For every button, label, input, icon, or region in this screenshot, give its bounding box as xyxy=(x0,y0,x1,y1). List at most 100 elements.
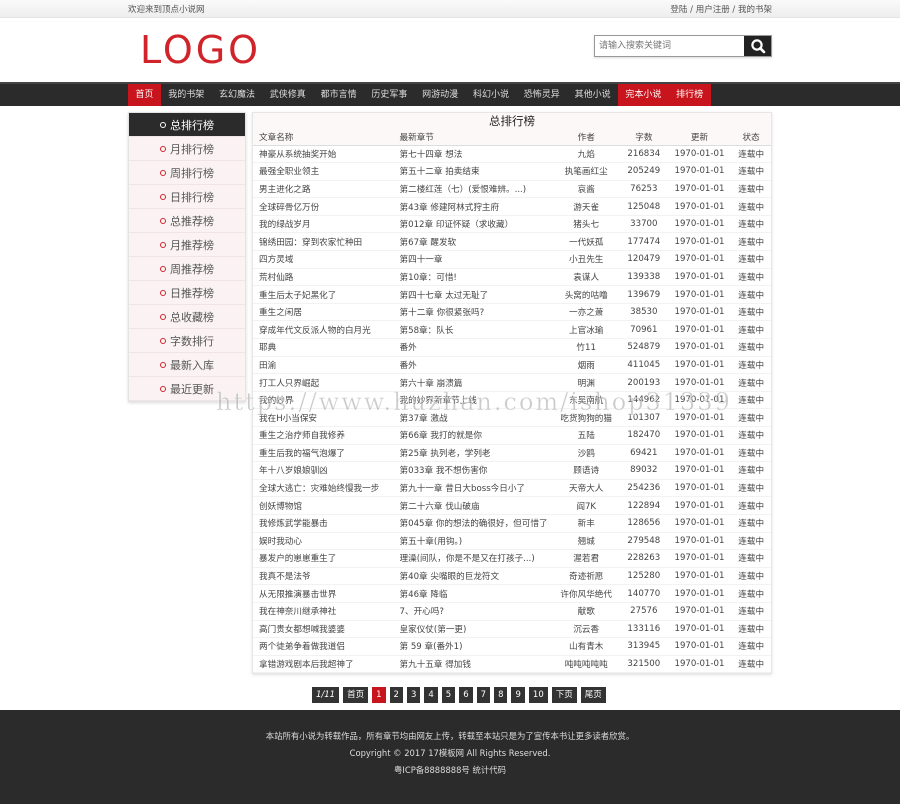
author[interactable]: 吨吨吨吨吨 xyxy=(552,655,620,673)
latest-chapter[interactable]: 第012章 印证怀疑（求收藏） xyxy=(400,215,553,233)
page-number-button[interactable]: 5 xyxy=(441,687,456,703)
latest-chapter[interactable]: 第五十二章 拍卖结束 xyxy=(400,163,553,181)
nav-item[interactable]: 科幻小说 xyxy=(466,84,517,106)
sidebar-item[interactable]: 最新入库 xyxy=(129,353,245,377)
author[interactable]: 猪头七 xyxy=(552,215,620,233)
search-input[interactable] xyxy=(595,36,744,56)
book-title[interactable]: 高门贵女都想喊我婆婆 xyxy=(253,620,400,638)
latest-chapter[interactable]: 第46章 降临 xyxy=(400,585,553,603)
nav-item[interactable]: 武侠修真 xyxy=(262,84,313,106)
book-title[interactable]: 我的绿战岁月 xyxy=(253,215,400,233)
nav-item[interactable]: 其他小说 xyxy=(567,84,618,106)
page-number-button[interactable]: 4 xyxy=(424,687,438,703)
author[interactable]: 山有青木 xyxy=(552,638,620,656)
page-number-button[interactable]: 10 xyxy=(528,687,548,703)
latest-chapter[interactable]: 第40章 尖嘴眼的巨龙符文 xyxy=(400,567,553,585)
page-number-button[interactable]: 7 xyxy=(476,687,491,703)
book-title[interactable]: 耶典 xyxy=(253,339,400,357)
bookshelf-link[interactable]: 我的书架 xyxy=(738,5,772,15)
page-number-button[interactable]: 1 xyxy=(372,687,386,703)
author[interactable]: 袁谋人 xyxy=(552,268,620,286)
author[interactable]: 游天雀 xyxy=(552,198,620,216)
latest-chapter[interactable]: 第二楼红莲（七）(爱恨难辨。...) xyxy=(400,180,553,198)
author[interactable]: 新丰 xyxy=(552,514,620,532)
author[interactable]: 哀酱 xyxy=(552,180,620,198)
nav-item[interactable]: 玄幻魔法 xyxy=(212,84,263,106)
latest-chapter[interactable]: 第 59 章(番外1) xyxy=(400,638,553,656)
latest-chapter[interactable]: 第033章 我不想伤害你 xyxy=(400,462,553,480)
book-title[interactable]: 年十八岁娘娘驯凶 xyxy=(253,462,400,480)
sidebar-item[interactable]: 日推荐榜 xyxy=(129,281,245,305)
sidebar-item[interactable]: 最近更新 xyxy=(129,377,245,401)
sidebar-item[interactable]: 月排行榜 xyxy=(129,137,245,161)
author[interactable]: 竹11 xyxy=(552,339,620,357)
author[interactable]: 吃货狗狗的猫 xyxy=(552,409,620,427)
nav-item[interactable]: 历史军事 xyxy=(364,84,415,106)
nav-item[interactable]: 排行榜 xyxy=(668,84,711,106)
nav-item[interactable]: 完本小说 xyxy=(617,84,669,106)
first-page-button[interactable]: 首页 xyxy=(343,687,369,703)
login-link[interactable]: 登陆 xyxy=(670,5,687,15)
book-title[interactable]: 我修炼武学能暴击 xyxy=(253,514,400,532)
author[interactable]: 顾语诗 xyxy=(552,462,620,480)
author[interactable]: 许你风华绝代 xyxy=(552,585,620,603)
author[interactable]: 九焰 xyxy=(552,145,620,163)
sidebar-item[interactable]: 周推荐榜 xyxy=(129,257,245,281)
latest-chapter[interactable]: 7、开心吗? xyxy=(400,602,553,620)
book-title[interactable]: 两个徒弟争着做我道侣 xyxy=(253,638,400,656)
sidebar-item[interactable]: 日排行榜 xyxy=(129,185,245,209)
book-title[interactable]: 重生后我的福气泡爆了 xyxy=(253,444,400,462)
book-title[interactable]: 男主进化之路 xyxy=(253,180,400,198)
latest-chapter[interactable]: 第五十章(用钩。) xyxy=(400,532,553,550)
latest-chapter[interactable]: 第66章 我打的就是你 xyxy=(400,427,553,445)
author[interactable]: 沉云香 xyxy=(552,620,620,638)
book-title[interactable]: 暴发户的崽崽重生了 xyxy=(253,550,400,568)
latest-chapter[interactable]: 第九十五章 得加钱 xyxy=(400,655,553,673)
author[interactable]: 东吴南航 xyxy=(552,391,620,409)
sidebar-item[interactable]: 周排行榜 xyxy=(129,161,245,185)
latest-chapter[interactable]: 皇家仪仗(第一更) xyxy=(400,620,553,638)
nav-item[interactable]: 恐怖灵异 xyxy=(516,84,567,106)
author[interactable]: 沙鸥 xyxy=(552,444,620,462)
book-title[interactable]: 重生之治疗师自我修养 xyxy=(253,427,400,445)
latest-chapter[interactable]: 番外 xyxy=(400,339,553,357)
last-page-button[interactable]: 尾页 xyxy=(580,687,606,703)
footer-icp[interactable]: 粤ICP备8888888号 统计代码 xyxy=(0,762,900,779)
author[interactable]: 上官冰瑜 xyxy=(552,321,620,339)
latest-chapter[interactable]: 第67章 醒发软 xyxy=(400,233,553,251)
latest-chapter[interactable]: 第58章：队长 xyxy=(400,321,553,339)
page-number-button[interactable]: 3 xyxy=(406,687,421,703)
latest-chapter[interactable]: 番外 xyxy=(400,356,553,374)
latest-chapter[interactable]: 第045章 你的想法的确很好，但可惜了 xyxy=(400,514,553,532)
page-number-button[interactable]: 9 xyxy=(511,687,525,703)
author[interactable]: 头窝的咕噜 xyxy=(552,286,620,304)
book-title[interactable]: 创妖博物馆 xyxy=(253,497,400,515)
sidebar-item[interactable]: 总排行榜 xyxy=(129,113,245,137)
book-title[interactable]: 田渝 xyxy=(253,356,400,374)
book-title[interactable]: 我真不是法爷 xyxy=(253,567,400,585)
nav-item[interactable]: 我的书架 xyxy=(161,84,212,106)
page-number-button[interactable]: 8 xyxy=(494,687,508,703)
book-title[interactable]: 最强全职业领主 xyxy=(253,163,400,181)
search-button[interactable] xyxy=(744,36,771,56)
book-title[interactable]: 我的妙界 xyxy=(253,391,400,409)
author[interactable]: 烟雨 xyxy=(552,356,620,374)
book-title[interactable]: 从无限推演暴击世界 xyxy=(253,585,400,603)
nav-item[interactable]: 网游动漫 xyxy=(415,84,466,106)
latest-chapter[interactable]: 第九十一章 昔日大boss今日小了 xyxy=(400,479,553,497)
latest-chapter[interactable]: 第十二章 你很紧张吗? xyxy=(400,303,553,321)
book-title[interactable]: 娱时我动心 xyxy=(253,532,400,550)
register-link[interactable]: 用户注册 xyxy=(696,5,730,15)
author[interactable]: 五陆 xyxy=(552,427,620,445)
book-title[interactable]: 锦绣田园：穿到农家忙种田 xyxy=(253,233,400,251)
latest-chapter[interactable]: 理澡(间队，你是不是又在打孩子...) xyxy=(400,550,553,568)
latest-chapter[interactable]: 第七十四章 想法 xyxy=(400,145,553,163)
author[interactable]: 一亦之萧 xyxy=(552,303,620,321)
author[interactable]: 明渊 xyxy=(552,374,620,392)
latest-chapter[interactable]: 第10章：可惜! xyxy=(400,268,553,286)
sidebar-item[interactable]: 字数排行 xyxy=(129,329,245,353)
latest-chapter[interactable]: 第二十六章 伐山破庙 xyxy=(400,497,553,515)
author[interactable]: 奇迹祈愿 xyxy=(552,567,620,585)
book-title[interactable]: 四方灵域 xyxy=(253,251,400,269)
book-title[interactable]: 全球大逃亡：灾难始终慢我一步 xyxy=(253,479,400,497)
